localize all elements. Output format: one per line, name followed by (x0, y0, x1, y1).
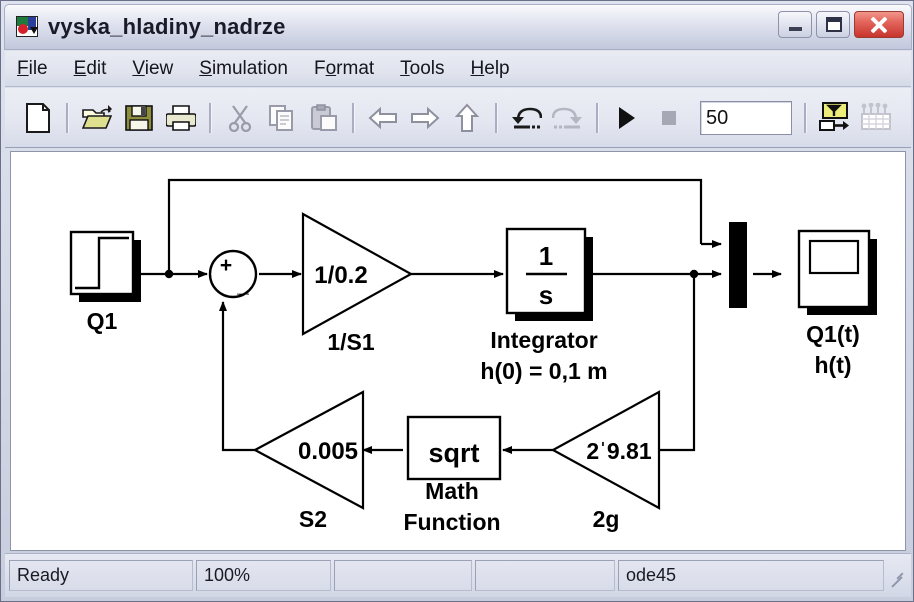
update-diagram-icon (819, 101, 849, 131)
back-icon (368, 106, 397, 129)
block-label-1s1: 1/S1 (327, 329, 375, 355)
block-scope (797, 229, 877, 315)
title-bar: vyska_hladiny_nadrze (4, 4, 912, 50)
block-label-q1: Q1 (87, 308, 118, 334)
stop-simulation-button[interactable] (648, 97, 690, 139)
menu-item-edit[interactable]: Edit (74, 58, 107, 80)
status-bar: Ready 100% ode45 (5, 553, 911, 597)
menu-bar: File Edit View Simulation Format Tools H… (5, 51, 911, 87)
model-canvas[interactable]: Q1 + _ 1/0.2 1/S1 1 s Integrator h(0) = … (10, 151, 906, 551)
block-step-q1 (69, 230, 141, 302)
undo-button[interactable] (505, 97, 547, 139)
start-simulation-button[interactable] (606, 97, 648, 139)
menu-item-format[interactable]: Format (314, 58, 374, 80)
undo-icon (512, 107, 542, 128)
sum-plus-port: + (220, 254, 232, 277)
simulink-model-window: vyska_hladiny_nadrze File Edit View Simu… (0, 0, 914, 602)
minimize-icon (789, 27, 802, 31)
block-label-math-line2: Function (403, 509, 500, 535)
open-model-button[interactable] (76, 97, 118, 139)
cut-icon (228, 104, 252, 132)
simulation-stop-time-input[interactable]: 50 (700, 100, 792, 135)
block-label-scope-ht: h(t) (814, 352, 851, 378)
block-mux (729, 222, 747, 308)
signal-branch-point (164, 269, 174, 279)
stop-simulation-icon (662, 110, 676, 125)
toolbar-separator (352, 102, 355, 133)
up-icon (455, 103, 479, 132)
status-cell-4 (475, 560, 615, 591)
block-gain-1s1: 1/0.2 (301, 212, 414, 336)
block-gain-2g: 2ˈ9.81 (550, 390, 661, 510)
maximize-icon (826, 17, 842, 32)
toolbar-separator (209, 102, 212, 133)
forward-icon (411, 106, 440, 129)
integrator-numerator: 1 (539, 241, 553, 271)
block-diagram: Q1 + _ 1/0.2 1/S1 1 s Integrator h(0) = … (69, 178, 877, 535)
new-icon (26, 102, 50, 133)
block-integrator: 1 s (505, 227, 593, 321)
status-solver: ode45 (618, 560, 884, 591)
block-sum: + _ (208, 249, 258, 299)
block-math-function: sqrt (406, 415, 502, 481)
status-message: Ready (9, 560, 193, 591)
menu-item-simulation[interactable]: Simulation (199, 58, 288, 80)
close-button[interactable] (854, 11, 904, 38)
minimize-button[interactable] (778, 11, 812, 38)
toolbar-separator (596, 102, 599, 133)
block-label-s2: S2 (299, 506, 327, 532)
go-up-button[interactable] (446, 97, 488, 139)
window-title: vyska_hladiny_nadrze (48, 14, 286, 39)
print-icon (166, 104, 196, 131)
new-model-button[interactable] (17, 97, 59, 139)
cut-button[interactable] (219, 97, 261, 139)
status-zoom-level: 100% (196, 560, 331, 591)
signal-branch-point (689, 269, 699, 279)
block-label-math-line1: Math (425, 478, 479, 504)
integrator-denominator: s (539, 280, 553, 310)
gain-value-1s1: 1/0.2 (314, 262, 367, 289)
menu-item-help[interactable]: Help (471, 58, 510, 80)
menu-item-file[interactable]: File (17, 58, 48, 80)
build-model-button[interactable] (856, 97, 898, 139)
resize-grip[interactable] (887, 560, 907, 591)
menu-item-view[interactable]: View (132, 58, 173, 80)
print-button[interactable] (160, 97, 202, 139)
gain-value-2g: 2ˈ9.81 (586, 438, 651, 464)
block-label-2g: 2g (593, 506, 620, 532)
math-function-value: sqrt (428, 438, 479, 468)
menu-item-tools[interactable]: Tools (400, 58, 444, 80)
status-cell-3 (334, 560, 472, 591)
toolbar: 50 (5, 88, 911, 148)
maximize-button[interactable] (816, 11, 850, 38)
paste-button[interactable] (303, 97, 345, 139)
block-label-scope-q1t: Q1(t) (806, 321, 860, 347)
copy-icon (269, 104, 293, 131)
redo-button[interactable] (547, 97, 589, 139)
start-simulation-icon (619, 106, 635, 129)
block-label-integrator: Integrator (490, 327, 597, 353)
toolbar-separator (495, 102, 498, 133)
block-label-integrator-ic: h(0) = 0,1 m (480, 358, 607, 384)
update-diagram-button[interactable] (814, 97, 856, 139)
sum-minus-port: _ (236, 274, 249, 297)
redo-icon (552, 107, 582, 128)
window-controls (778, 11, 904, 38)
build-model-icon (861, 102, 891, 130)
gain-value-s2: 0.005 (298, 438, 358, 465)
block-gain-s2: 0.005 (252, 390, 365, 510)
save-icon (125, 104, 153, 131)
paste-icon (311, 103, 337, 131)
go-back-button[interactable] (362, 97, 404, 139)
go-forward-button[interactable] (404, 97, 446, 139)
toolbar-separator (66, 102, 69, 133)
copy-button[interactable] (261, 97, 303, 139)
open-icon (82, 104, 112, 129)
save-model-button[interactable] (118, 97, 160, 139)
toolbar-separator (804, 102, 807, 133)
simulink-icon (14, 14, 40, 40)
